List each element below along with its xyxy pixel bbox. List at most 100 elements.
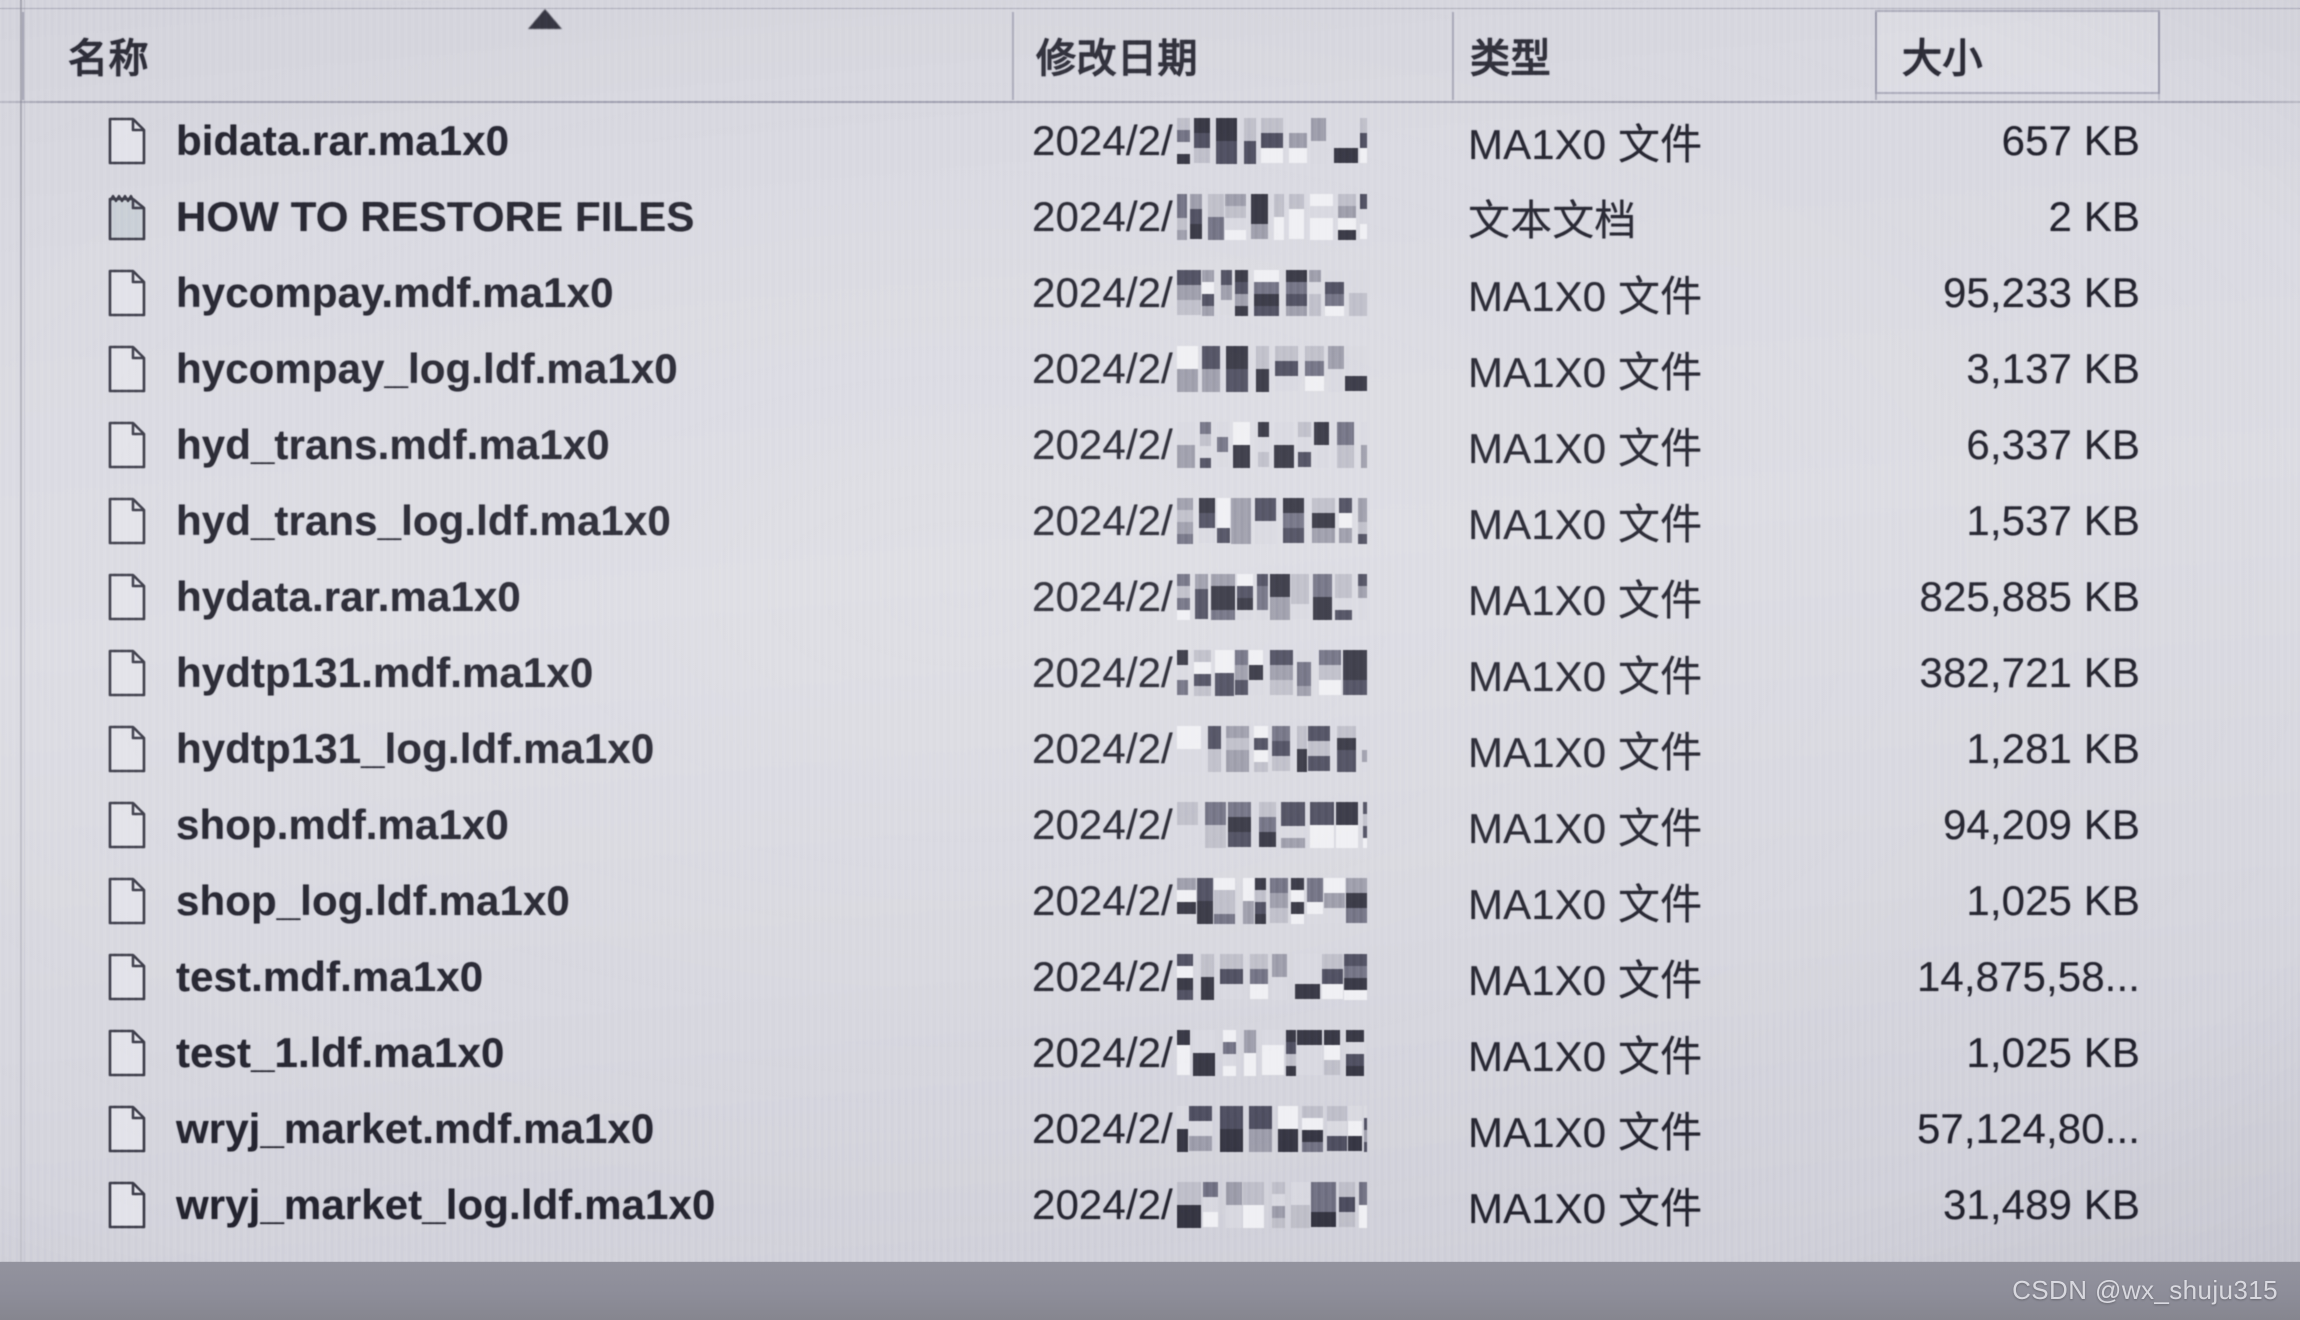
file-type-label: MA1X0 文件 bbox=[1468, 120, 1703, 168]
date-modified-cell: 2024/2/ bbox=[1032, 103, 1367, 179]
column-header-date-modified-label: 修改日期 bbox=[1036, 37, 1198, 81]
file-name-cell[interactable]: HOW TO RESTORE FILES bbox=[108, 179, 695, 255]
file-type-cell: MA1X0 文件 bbox=[1468, 939, 1702, 1015]
file-type-cell: MA1X0 文件 bbox=[1468, 407, 1702, 483]
file-row[interactable]: hyd_trans.mdf.ma1x0 2024/2/MA1X0 文件 6,337 … bbox=[0, 407, 2300, 483]
date-modified-cell: 2024/2/ bbox=[1032, 787, 1367, 863]
column-header-row: 名称 修改日期 类型 大小 bbox=[0, 0, 2300, 103]
file-size-label: 57,124,80... bbox=[1916, 1105, 2140, 1152]
file-name-cell[interactable]: test.mdf.ma1x0 bbox=[108, 939, 483, 1015]
date-modified-label: 2024/2/ bbox=[1032, 1105, 1173, 1152]
date-modified-label: 2024/2/ bbox=[1032, 725, 1173, 772]
date-modified-label: 2024/2/ bbox=[1032, 877, 1173, 924]
header-separator-4[interactable] bbox=[1875, 12, 1877, 100]
column-header-size-label: 大小 bbox=[1902, 37, 1983, 81]
file-row[interactable]: bidata.rar.ma1x0 2024/2/MA1X0 文件 657 KB bbox=[0, 103, 2300, 179]
redacted-timestamp-mosaic bbox=[1176, 1182, 1367, 1228]
file-size-label: 31,489 KB bbox=[1942, 1181, 2140, 1228]
file-size-cell: 382,721 KB bbox=[1700, 635, 2140, 711]
date-modified-cell: 2024/2/ bbox=[1032, 863, 1367, 939]
file-icon bbox=[108, 573, 146, 621]
file-icon bbox=[108, 801, 146, 849]
header-separator-2[interactable] bbox=[1012, 12, 1014, 100]
header-separator-1[interactable] bbox=[22, 12, 24, 100]
file-name-cell[interactable]: bidata.rar.ma1x0 bbox=[108, 103, 509, 179]
file-name-label: HOW TO RESTORE FILES bbox=[176, 193, 695, 240]
file-row[interactable]: hycompay.mdf.ma1x0 2024/2/MA1X0 文件 95,233 … bbox=[0, 255, 2300, 331]
photographed-screen: 名称 修改日期 类型 大小 bidata.rar.ma1x0 2024/2/MA1… bbox=[0, 0, 2300, 1320]
file-name-cell[interactable]: hyd_trans.mdf.ma1x0 bbox=[108, 407, 610, 483]
file-row[interactable]: hydtp131.mdf.ma1x0 2024/2/MA1X0 文件 382,721… bbox=[0, 635, 2300, 711]
file-size-cell: 1,025 KB bbox=[1700, 1015, 2140, 1091]
file-name-cell[interactable]: hycompay.mdf.ma1x0 bbox=[108, 255, 614, 331]
file-size-label: 94,209 KB bbox=[1942, 801, 2140, 848]
redacted-timestamp-mosaic bbox=[1176, 878, 1367, 924]
file-row[interactable]: hydtp131_log.ldf.ma1x0 2024/2/MA1X0 文件 1,2… bbox=[0, 711, 2300, 787]
file-row[interactable]: test.mdf.ma1x0 2024/2/MA1X0 文件 14,875,58..… bbox=[0, 939, 2300, 1015]
file-name-cell[interactable]: wryj_market_log.ldf.ma1x0 bbox=[108, 1167, 715, 1243]
file-icon bbox=[108, 345, 146, 393]
redacted-timestamp-mosaic bbox=[1176, 422, 1367, 468]
file-type-label: MA1X0 文件 bbox=[1468, 1032, 1703, 1080]
date-modified-cell: 2024/2/ bbox=[1032, 331, 1367, 407]
file-size-label: 382,721 KB bbox=[1919, 649, 2140, 696]
file-row[interactable]: test_1.ldf.ma1x0 2024/2/MA1X0 文件 1,025 KB bbox=[0, 1015, 2300, 1091]
file-name-cell[interactable]: hydtp131.mdf.ma1x0 bbox=[108, 635, 593, 711]
file-type-label: MA1X0 文件 bbox=[1468, 272, 1703, 320]
column-header-type-label: 类型 bbox=[1470, 37, 1551, 81]
file-icon bbox=[108, 1105, 146, 1153]
date-modified-cell: 2024/2/ bbox=[1032, 407, 1367, 483]
date-modified-label: 2024/2/ bbox=[1032, 117, 1173, 164]
file-row[interactable]: shop.mdf.ma1x0 2024/2/MA1X0 文件 94,209 KB bbox=[0, 787, 2300, 863]
text-file-icon bbox=[108, 193, 146, 241]
file-row[interactable]: HOW TO RESTORE FILES 2024/2/文本文档 2 KB bbox=[0, 179, 2300, 255]
file-name-cell[interactable]: shop_log.ldf.ma1x0 bbox=[108, 863, 570, 939]
header-separator-5[interactable] bbox=[2158, 12, 2160, 100]
redacted-timestamp-mosaic bbox=[1176, 498, 1367, 544]
file-size-cell: 657 KB bbox=[1700, 103, 2140, 179]
file-size-label: 3,137 KB bbox=[1966, 345, 2140, 392]
file-row[interactable]: hycompay_log.ldf.ma1x0 2024/2/MA1X0 文件 3,1… bbox=[0, 331, 2300, 407]
file-name-label: hycompay.mdf.ma1x0 bbox=[176, 269, 614, 316]
date-modified-cell: 2024/2/ bbox=[1032, 1167, 1367, 1243]
header-bottom-border bbox=[0, 101, 2300, 103]
file-type-label: MA1X0 文件 bbox=[1468, 500, 1703, 548]
file-row[interactable]: wryj_market_log.ldf.ma1x0 2024/2/MA1X0 文件… bbox=[0, 1167, 2300, 1243]
file-icon bbox=[108, 117, 146, 165]
file-type-label: MA1X0 文件 bbox=[1468, 956, 1703, 1004]
redacted-timestamp-mosaic bbox=[1176, 1106, 1367, 1152]
redacted-timestamp-mosaic bbox=[1176, 726, 1367, 772]
redacted-timestamp-mosaic bbox=[1176, 954, 1367, 1000]
file-name-cell[interactable]: wryj_market.mdf.ma1x0 bbox=[108, 1091, 654, 1167]
file-type-cell: MA1X0 文件 bbox=[1468, 331, 1702, 407]
file-explorer-window: 名称 修改日期 类型 大小 bidata.rar.ma1x0 2024/2/MA1… bbox=[0, 0, 2300, 1262]
file-type-cell: MA1X0 文件 bbox=[1468, 103, 1702, 179]
file-list[interactable]: bidata.rar.ma1x0 2024/2/MA1X0 文件 657 KB HOW… bbox=[0, 103, 2300, 1243]
file-name-label: hyd_trans_log.ldf.ma1x0 bbox=[176, 497, 671, 544]
file-type-cell: MA1X0 文件 bbox=[1468, 1167, 1702, 1243]
file-row[interactable]: wryj_market.mdf.ma1x0 2024/2/MA1X0 文件 57,1… bbox=[0, 1091, 2300, 1167]
file-name-label: hydtp131_log.ldf.ma1x0 bbox=[176, 725, 655, 772]
file-name-cell[interactable]: hydtp131_log.ldf.ma1x0 bbox=[108, 711, 654, 787]
header-separator-3[interactable] bbox=[1452, 12, 1454, 100]
redacted-timestamp-mosaic bbox=[1176, 650, 1367, 696]
column-header-date-modified[interactable]: 修改日期 bbox=[1036, 9, 1198, 101]
file-name-cell[interactable]: hyd_trans_log.ldf.ma1x0 bbox=[108, 483, 671, 559]
column-header-size[interactable]: 大小 bbox=[1902, 9, 1983, 101]
date-modified-label: 2024/2/ bbox=[1032, 345, 1173, 392]
file-icon bbox=[108, 1181, 146, 1229]
file-row[interactable]: hydata.rar.ma1x0 2024/2/MA1X0 文件 825,885 K… bbox=[0, 559, 2300, 635]
column-header-name[interactable]: 名称 bbox=[68, 9, 149, 101]
file-size-label: 1,281 KB bbox=[1966, 725, 2140, 772]
file-size-cell: 95,233 KB bbox=[1700, 255, 2140, 331]
column-header-type[interactable]: 类型 bbox=[1470, 9, 1551, 101]
file-size-label: 1,025 KB bbox=[1966, 877, 2140, 924]
date-modified-label: 2024/2/ bbox=[1032, 649, 1173, 696]
file-name-cell[interactable]: test_1.ldf.ma1x0 bbox=[108, 1015, 504, 1091]
file-row[interactable]: shop_log.ldf.ma1x0 2024/2/MA1X0 文件 1,025 K… bbox=[0, 863, 2300, 939]
file-size-label: 14,875,58... bbox=[1916, 953, 2140, 1000]
file-row[interactable]: hyd_trans_log.ldf.ma1x0 2024/2/MA1X0 文件 1,… bbox=[0, 483, 2300, 559]
file-name-cell[interactable]: hycompay_log.ldf.ma1x0 bbox=[108, 331, 678, 407]
file-name-cell[interactable]: hydata.rar.ma1x0 bbox=[108, 559, 521, 635]
file-name-cell[interactable]: shop.mdf.ma1x0 bbox=[108, 787, 509, 863]
